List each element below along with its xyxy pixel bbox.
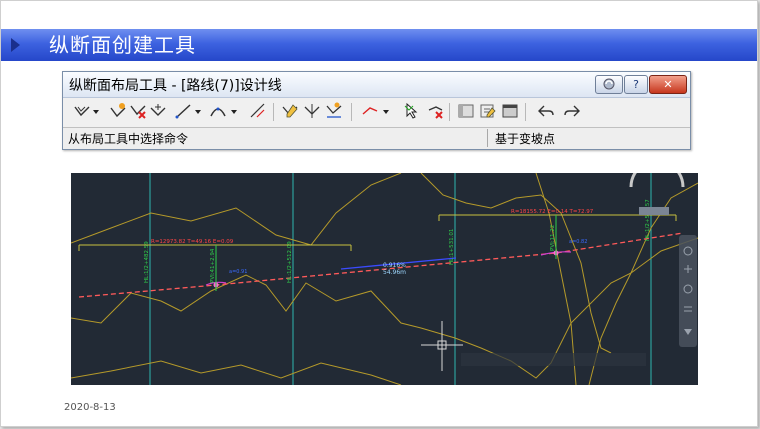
profile-drawing: R=12973.82 T=49.16 E=0.09 R=18155.72 E=0…	[71, 173, 698, 385]
status-right: 基于变坡点	[495, 132, 556, 146]
small-label: a=0.82	[569, 239, 587, 245]
station-label: HL:1/2+573.57	[645, 199, 651, 241]
select-pvi-icon[interactable]	[403, 102, 421, 120]
delete-pvi-icon[interactable]	[129, 102, 147, 120]
terrain-line	[71, 360, 402, 385]
insert-pvis-tabular-icon[interactable]	[281, 102, 299, 120]
curve-annotation-right: R=18155.72 E=0.14 T=72.97	[511, 209, 594, 215]
terrain-line	[71, 173, 402, 246]
pvi-editor-icon[interactable]	[479, 102, 497, 120]
window-titlebar[interactable]: 纵断面布局工具 - [路线(7)]设计线 ? ✕	[63, 72, 690, 98]
undo-icon[interactable]	[537, 102, 555, 120]
raise-lower-pvis-icon[interactable]	[303, 102, 321, 120]
curve-annotation-left: R=12973.82 T=49.16 E=0.09	[151, 239, 234, 245]
toolbar-separator	[449, 103, 450, 121]
entity-editor-icon[interactable]	[457, 102, 475, 120]
sub-entity-icon[interactable]	[361, 102, 379, 120]
draw-tangents-icon[interactable]	[73, 102, 91, 120]
dropdown-arrow-icon[interactable]	[91, 102, 101, 120]
draw-fixed-line-icon[interactable]	[175, 102, 193, 120]
status-bar: 从布局工具中选择命令 基于变坡点	[63, 127, 690, 149]
draw-curve-icon[interactable]	[209, 102, 227, 120]
toolbar-separator	[351, 103, 352, 121]
help-orb-icon[interactable]	[595, 75, 623, 94]
station-label: HL:1+531.01	[449, 229, 455, 265]
redo-icon[interactable]	[563, 102, 581, 120]
viewcube-icon	[629, 173, 685, 188]
dropdown-arrow-icon[interactable]	[193, 102, 203, 120]
viewcube-label-icon	[639, 207, 669, 215]
station-label: HL:1/2+512.09	[287, 241, 293, 283]
toolbar	[63, 99, 690, 125]
toolbar-separator	[273, 103, 274, 121]
station-label: PVI:11.22	[550, 225, 556, 251]
convert-entities-icon[interactable]	[249, 102, 267, 120]
profile-layout-tools-window[interactable]: 纵断面布局工具 - [路线(7)]设计线 ? ✕ 从布局工具中选择命令 基于变坡…	[62, 71, 691, 150]
help-button[interactable]: ?	[624, 75, 648, 94]
grade-percent: 0.916%	[383, 262, 406, 269]
window-title: 纵断面布局工具 - [路线(7)]设计线	[69, 78, 282, 94]
close-button[interactable]: ✕	[649, 75, 687, 94]
status-left: 从布局工具中选择命令	[68, 132, 189, 146]
profile-view-canvas[interactable]: R=12973.82 T=49.16 E=0.09 R=18155.72 E=0…	[71, 173, 698, 385]
copy-pvis-icon[interactable]	[325, 102, 343, 120]
insert-pvi-icon[interactable]	[109, 102, 127, 120]
station-label: HL:1/2+482.59	[144, 241, 150, 283]
curve-bracket-right	[438, 214, 677, 221]
grade-length: 54.96m	[383, 269, 406, 276]
station-label: PVI:41+2.94	[210, 248, 216, 283]
bullet-triangle-icon	[11, 38, 20, 52]
dropdown-arrow-icon[interactable]	[229, 102, 239, 120]
move-pvi-icon[interactable]	[149, 102, 167, 120]
dropdown-arrow-icon[interactable]	[381, 102, 391, 120]
command-line	[461, 353, 646, 366]
slide: 纵断面创建工具 纵断面布局工具 - [路线(7)]设计线 ? ✕ 从布局工具中选…	[0, 0, 758, 427]
slide-title: 纵断面创建工具	[49, 33, 196, 57]
status-divider	[487, 129, 488, 147]
grid-view-icon[interactable]	[501, 102, 519, 120]
toolbar-separator	[525, 103, 526, 121]
delete-entity-icon[interactable]	[427, 102, 445, 120]
slide-date: 2020-8-13	[64, 402, 116, 413]
small-label: a=0.91	[229, 269, 247, 275]
